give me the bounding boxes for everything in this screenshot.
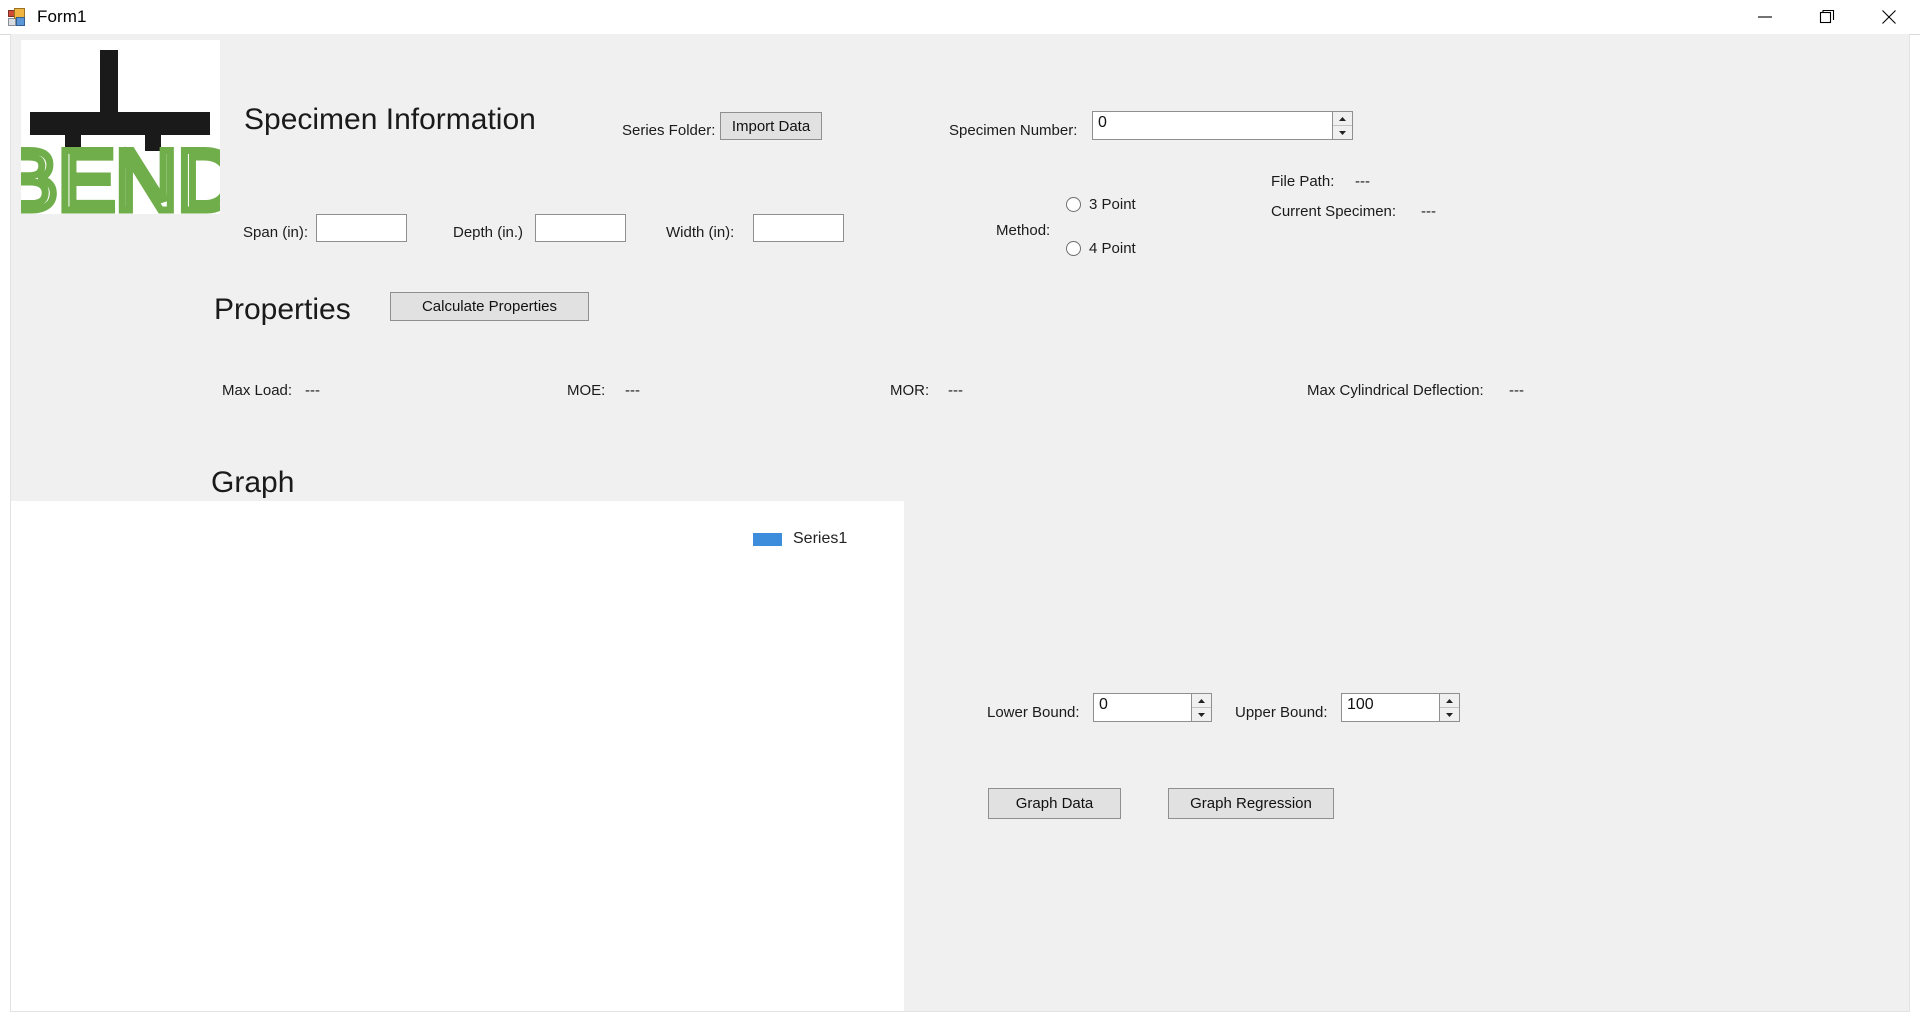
lower-bound-label: Lower Bound: [987,704,1080,721]
method-option-3-point-label: 3 Point [1089,196,1136,213]
method-option-4-point[interactable]: 4 Point [1066,240,1136,257]
chart-legend: Series1 [753,530,847,548]
radio-icon [1066,241,1081,256]
method-label: Method: [996,222,1051,239]
spin-up-button[interactable] [1192,694,1211,707]
graph-heading: Graph [211,466,295,499]
lower-bound-spin-buttons[interactable] [1191,694,1211,721]
lower-bound-stepper[interactable]: 0 [1093,693,1212,722]
width-label: Width (in): [666,224,735,241]
file-path-label: File Path: [1271,173,1335,190]
max-load-value: --- [305,382,320,399]
upper-bound-stepper[interactable]: 100 [1341,693,1460,722]
window-title: Form1 [37,7,87,26]
svg-text:BEND: BEND [21,133,220,214]
current-specimen-value: --- [1421,203,1436,220]
close-icon [1878,6,1900,28]
form-designer-icon [8,8,26,26]
graph-regression-button[interactable]: Graph Regression [1168,788,1334,819]
series-folder-label: Series Folder: [622,122,716,139]
depth-input[interactable] [535,214,626,242]
current-specimen-label: Current Specimen: [1271,203,1397,220]
caret-up-icon [1195,697,1208,705]
max-load-label: Max Load: [222,382,293,399]
caret-down-icon [1195,711,1208,719]
specimen-number-value[interactable]: 0 [1093,112,1332,139]
upper-bound-value[interactable]: 100 [1342,694,1439,721]
spin-down-button[interactable] [1333,125,1352,139]
minimize-icon [1754,6,1776,28]
moe-value: --- [625,382,640,399]
specimen-number-spin-buttons[interactable] [1332,112,1352,139]
method-option-3-point[interactable]: 3 Point [1066,196,1136,213]
file-path-value: --- [1355,173,1370,190]
graph-data-button[interactable]: Graph Data [988,788,1121,819]
import-data-button[interactable]: Import Data [720,112,822,140]
upper-bound-label: Upper Bound: [1235,704,1328,721]
spin-up-button[interactable] [1440,694,1459,707]
mor-value: --- [948,382,963,399]
specimen-information-heading: Specimen Information [244,103,536,136]
caret-down-icon [1443,711,1456,719]
width-input[interactable] [753,214,844,242]
legend-label-series1: Series1 [793,530,848,547]
spin-down-button[interactable] [1192,707,1211,721]
restore-icon [1816,6,1838,28]
maximize-button[interactable] [1796,0,1858,34]
bend-logo: BEND [21,40,220,214]
max-cylindrical-deflection-label: Max Cylindrical Deflection: [1307,382,1484,399]
upper-bound-spin-buttons[interactable] [1439,694,1459,721]
spin-up-button[interactable] [1333,112,1352,125]
specimen-number-stepper[interactable]: 0 [1092,111,1353,140]
close-button[interactable] [1858,0,1920,34]
window-controls [1734,0,1920,34]
legend-swatch-series1 [753,532,782,546]
depth-label: Depth (in.) [453,224,524,241]
minimize-button[interactable] [1734,0,1796,34]
mor-label: MOR: [890,382,930,399]
max-cylindrical-deflection-value: --- [1509,382,1524,399]
calculate-properties-button[interactable]: Calculate Properties [390,292,589,321]
moe-label: MOE: [567,382,606,399]
caret-up-icon [1443,697,1456,705]
span-label: Span (in): [243,224,309,241]
specimen-number-label: Specimen Number: [949,122,1078,139]
lower-bound-value[interactable]: 0 [1094,694,1191,721]
window-titlebar: Form1 [0,0,1920,35]
properties-heading: Properties [214,293,351,326]
span-input[interactable] [316,214,407,242]
method-option-4-point-label: 4 Point [1089,240,1136,257]
chart-panel[interactable]: Series1 [11,501,904,1011]
spin-down-button[interactable] [1440,707,1459,721]
form-client-area: BEND Specimen Information Series Folder:… [10,34,1910,1012]
radio-icon [1066,197,1081,212]
caret-down-icon [1336,129,1349,137]
caret-up-icon [1336,115,1349,123]
